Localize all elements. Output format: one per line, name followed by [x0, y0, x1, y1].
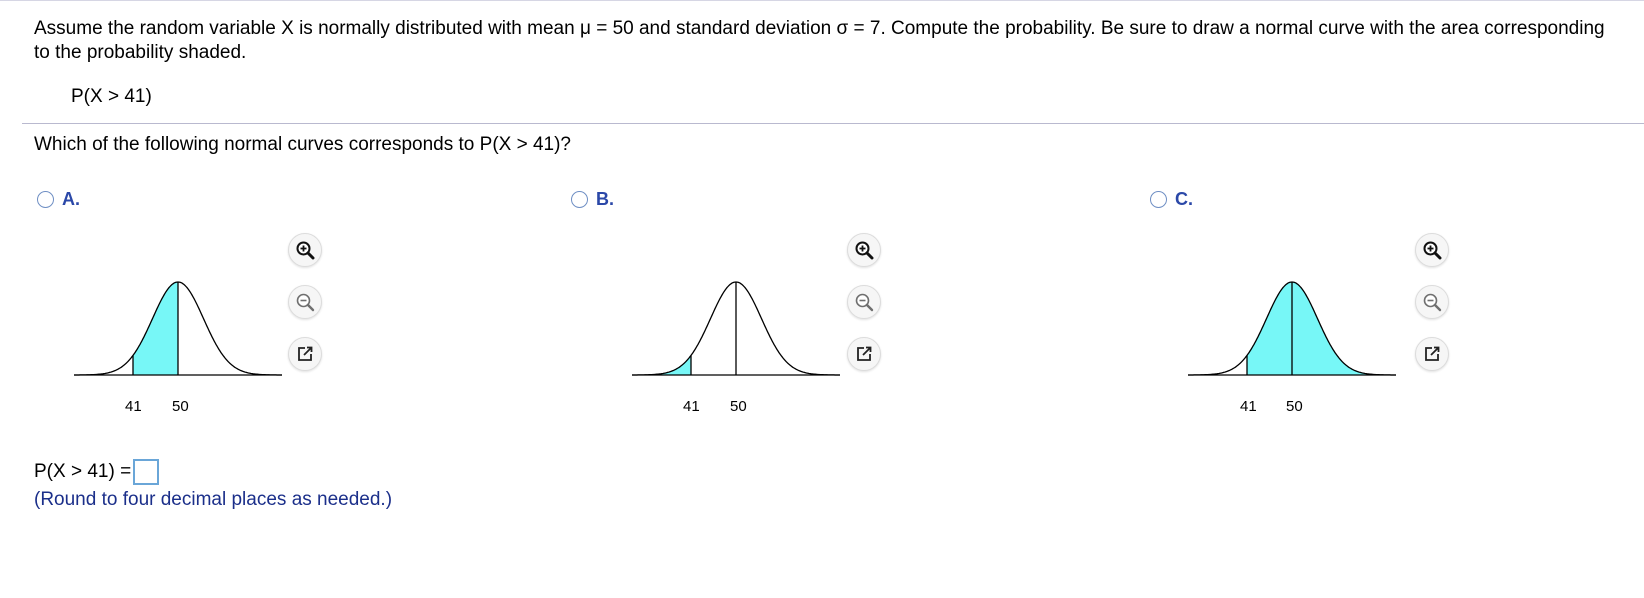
option-b-tick-50: 50 [730, 398, 747, 415]
popout-icon [295, 344, 315, 364]
zoom-in-icon [1422, 240, 1442, 260]
option-c-letter: C. [1175, 189, 1193, 209]
question-text: Which of the following normal curves cor… [34, 134, 572, 155]
option-a-tools [288, 233, 322, 371]
option-a-zoom-out-button[interactable] [288, 285, 322, 319]
option-a-curve [74, 280, 282, 380]
option-c-radio[interactable] [1150, 191, 1167, 208]
option-c-tick-50: 50 [1286, 398, 1303, 415]
zoom-out-icon [1422, 292, 1442, 312]
zoom-in-icon [295, 240, 315, 260]
option-a-radio[interactable] [37, 191, 54, 208]
option-b[interactable]: B. [571, 189, 614, 210]
option-a[interactable]: A. [37, 189, 80, 210]
option-a-popout-button[interactable] [288, 337, 322, 371]
option-a-tick-41: 41 [125, 398, 142, 415]
option-b-radio[interactable] [571, 191, 588, 208]
option-a-tick-50: 50 [172, 398, 189, 415]
option-c-zoom-in-button[interactable] [1415, 233, 1449, 267]
option-c-graph [1188, 281, 1396, 376]
option-b-letter: B. [596, 189, 614, 209]
problem-statement: Assume the random variable X is normally… [34, 18, 1605, 63]
option-b-zoom-in-button[interactable] [847, 233, 881, 267]
shaded-area [133, 282, 178, 375]
probability-expression: P(X > 41) [71, 86, 152, 107]
option-c-popout-button[interactable] [1415, 337, 1449, 371]
option-a-graph [74, 281, 282, 376]
answer-input[interactable] [133, 459, 160, 485]
rounding-hint: (Round to four decimal places as needed.… [34, 489, 393, 510]
answer-row: P(X > 41) = [34, 459, 160, 485]
option-c-curve [1188, 280, 1396, 380]
option-b-graph [632, 281, 840, 376]
top-rule [0, 0, 1644, 1]
option-c[interactable]: C. [1150, 189, 1193, 210]
popout-icon [854, 344, 874, 364]
popout-icon [1422, 344, 1442, 364]
option-b-tools [847, 233, 881, 371]
zoom-out-icon [854, 292, 874, 312]
option-b-curve [632, 280, 840, 380]
zoom-out-icon [295, 292, 315, 312]
option-c-tools [1415, 233, 1449, 371]
option-c-zoom-out-button[interactable] [1415, 285, 1449, 319]
option-a-zoom-in-button[interactable] [288, 233, 322, 267]
option-a-letter: A. [62, 189, 80, 209]
option-b-tick-41: 41 [683, 398, 700, 415]
section-divider [22, 123, 1644, 124]
option-b-popout-button[interactable] [847, 337, 881, 371]
option-b-zoom-out-button[interactable] [847, 285, 881, 319]
zoom-in-icon [854, 240, 874, 260]
option-c-tick-41: 41 [1240, 398, 1257, 415]
answer-label: P(X > 41) = [34, 461, 132, 482]
